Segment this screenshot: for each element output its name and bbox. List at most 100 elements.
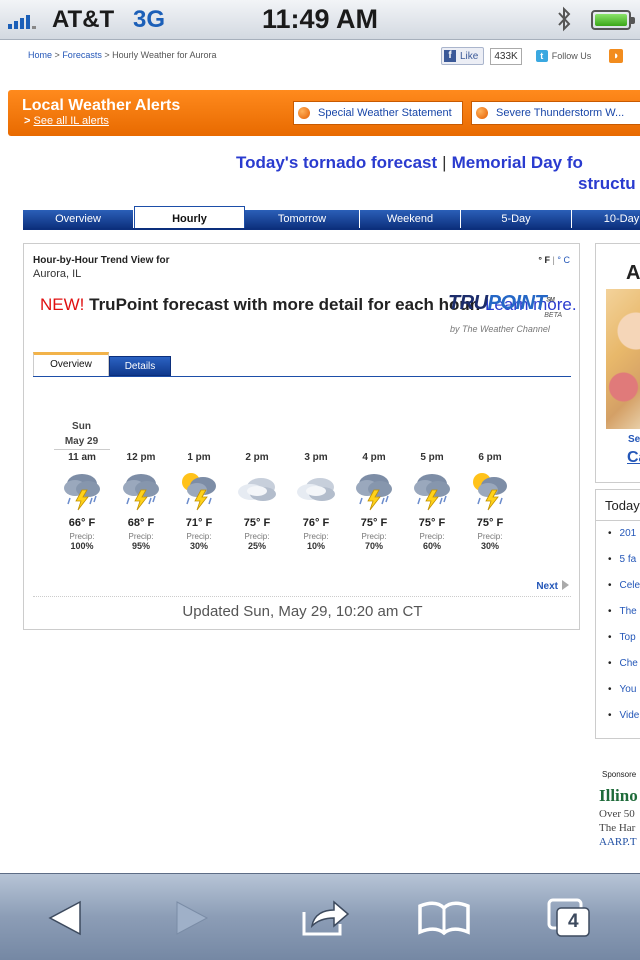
today-list-title: Today [605,498,640,513]
hourly-panel: Hour-by-Hour Trend View for Aurora, IL °… [23,243,580,630]
ad-heading: A [626,262,640,284]
breadcrumb-forecasts[interactable]: Forecasts [62,50,102,60]
unit-fahrenheit[interactable]: ° F [538,255,550,265]
breadcrumb-home[interactable]: Home [28,50,52,60]
headline-links: Today's tornado forecast | Memorial Day fo [236,153,583,173]
inner-tab-overview[interactable]: Overview [33,352,109,377]
sun-thunderstorm-icon [171,467,227,513]
inner-tabs-divider [33,376,571,377]
hour-temperature: 66° F [68,517,96,529]
breadcrumb-separator: > [104,50,110,60]
alert-severe-thunderstorm[interactable]: Severe Thunderstorm W... [471,101,640,125]
status-bar: AT&T 3G 11:49 AM [0,0,640,40]
tabs-divider [23,228,640,230]
list-item[interactable]: 201 [608,526,640,552]
headline-memorial-day[interactable]: Memorial Day fo [452,153,583,172]
hour-temperature: 75° F [476,517,504,529]
hour-time: 6 pm [478,452,502,463]
today-list-items: 201 5 fa Cele The Top Che You Vide [608,526,640,734]
follow-us-link[interactable]: t Follow Us [535,50,592,62]
alerts-link-arrow: > [24,115,31,127]
tab-10-day[interactable]: 10-Day [572,210,640,229]
see-all-alerts-link[interactable]: > See all IL alerts [24,115,109,127]
list-item[interactable]: Cele [608,578,640,604]
tab-weekend[interactable]: Weekend [360,210,461,229]
status-time: 11:49 AM [261,4,379,34]
hour-time: 12 pm [126,452,156,463]
tab-tomorrow[interactable]: Tomorrow [245,210,360,229]
precip-value: 60% [422,541,441,551]
headline-tornado-forecast[interactable]: Today's tornado forecast [236,153,437,172]
hour-column: 11 am 66° F Precip: 100% [54,451,110,551]
hour-temperature: 75° F [243,517,271,529]
thunderstorm-icon [404,467,460,513]
social-bar: f Like 433K t Follow Us ◗ [441,47,624,65]
alerts-title: Local Weather Alerts [22,97,181,114]
precip-value: 10% [306,541,325,551]
list-item[interactable]: Che [608,656,640,682]
unit-celsius[interactable]: ° C [557,255,570,265]
next-label: Next [536,581,558,592]
panel-location: Aurora, IL [33,268,82,280]
hour-column: 1 pm 71° F Precip: 30% [171,451,227,551]
hour-time: 4 pm [362,452,386,463]
hour-column: 3 pm 76° F Precip: 10% [288,451,344,551]
hour-temperature: 76° F [302,517,330,529]
list-item[interactable]: Vide [608,708,640,734]
updated-timestamp: Updated Sun, May 29, 10:20 am CT [182,603,423,620]
tabs-button[interactable]: 4 [540,896,600,940]
hour-column: 12 pm 68° F Precip: 95% [113,451,169,551]
alert-label: Special Weather Statement [318,107,452,119]
alert-special-weather-statement[interactable]: Special Weather Statement [293,101,463,125]
see-all-alerts-label: See all IL alerts [33,115,109,127]
thunderstorm-icon [54,467,110,513]
hour-column: 6 pm 75° F Precip: 30% [462,451,518,551]
unit-separator: | [552,255,555,265]
next-button[interactable]: Next [536,580,569,592]
list-item[interactable]: You [608,682,640,708]
panel-title: Hour-by-Hour Trend View for [33,255,170,266]
hour-time: 2 pm [245,452,269,463]
tab-overview[interactable]: Overview [23,210,134,229]
bookmarks-book-icon [418,901,470,936]
precip-label: Precip: [69,532,95,541]
day-header: Sun May 29 [54,419,109,449]
bookmarks-button[interactable] [414,896,474,940]
side-advertisement[interactable]: A Se Ca [595,243,640,483]
like-label: Like [460,50,479,62]
ad-link[interactable]: Ca [627,449,640,467]
precip-label: Precip: [186,532,212,541]
precip-label: Precip: [303,532,329,541]
back-button[interactable] [35,896,95,940]
precip-value: 25% [247,541,266,551]
precip-label: Precip: [419,532,445,541]
sponsored-line: The Har [599,822,636,834]
share-button[interactable] [295,896,355,940]
alert-label: Severe Thunderstorm W... [496,107,625,119]
browser-toolbar: 4 [0,873,640,960]
trupoint-logo[interactable]: TRUPOINTSM BETA by The Weather Channel [448,292,572,336]
precip-value: 95% [131,541,150,551]
like-count: 433K [490,47,522,65]
sponsored-label: Sponsore [602,770,637,779]
rss-icon[interactable]: ◗ [609,49,624,63]
tab-hourly[interactable]: Hourly [134,206,245,229]
follow-label: Follow Us [551,51,592,61]
next-arrow-icon [562,580,569,590]
sponsored-link[interactable]: AARP.T [599,835,637,849]
local-alerts-bar: Local Weather Alerts > See all IL alerts… [8,90,640,136]
forward-arrow-icon [176,901,209,935]
inner-tab-details[interactable]: Details [109,356,171,376]
forecast-tabs: Overview Hourly Tomorrow Weekend 5-Day 1… [23,206,640,229]
list-item[interactable]: Top [608,630,640,656]
headline-memorial-day-cont[interactable]: structu [578,174,636,194]
precip-value: 30% [480,541,499,551]
list-item[interactable]: The [608,604,640,630]
day-name: Sun [72,421,91,432]
list-item[interactable]: 5 fa [608,552,640,578]
precip-label: Precip: [128,532,154,541]
tab-5-day[interactable]: 5-Day [461,210,572,229]
facebook-like-button[interactable]: f Like [441,47,485,65]
sponsored-title[interactable]: Illino [599,786,638,806]
forward-button[interactable] [162,896,222,940]
